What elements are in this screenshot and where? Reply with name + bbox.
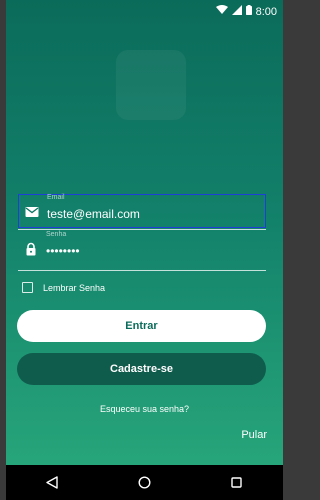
password-label: Senha (46, 231, 67, 238)
mail-icon (25, 205, 39, 219)
login-screen: 8:00 Email teste@email.com Senha •••••••… (6, 0, 283, 465)
wifi-icon (215, 5, 228, 18)
status-bar: 8:00 (6, 0, 283, 28)
device-frame: 8:00 Email teste@email.com Senha •••••••… (6, 0, 283, 500)
password-underline (18, 270, 266, 271)
email-field[interactable]: Email teste@email.com (18, 194, 266, 228)
email-underline (18, 229, 266, 230)
email-label: Email (47, 194, 65, 201)
app-logo (116, 50, 186, 120)
back-icon[interactable] (42, 473, 62, 493)
email-value: teste@email.com (47, 207, 140, 221)
remember-password-toggle[interactable]: Lembrar Senha (22, 282, 105, 293)
signal-icon (231, 5, 242, 18)
battery-icon (245, 5, 252, 18)
password-field[interactable]: Senha •••••••• (18, 231, 266, 266)
home-icon[interactable] (134, 473, 154, 493)
forgot-password-link[interactable]: Esqueceu sua senha? (6, 404, 283, 414)
status-icons: 8:00 (215, 5, 277, 18)
navigation-bar (6, 465, 283, 500)
lock-icon (24, 242, 38, 256)
password-value: •••••••• (46, 244, 80, 258)
recents-icon[interactable] (227, 473, 247, 493)
register-button[interactable]: Cadastre-se (17, 353, 266, 385)
remember-checkbox[interactable] (22, 282, 33, 293)
remember-label: Lembrar Senha (43, 282, 106, 293)
status-time: 8:00 (255, 5, 277, 18)
login-button[interactable]: Entrar (17, 310, 266, 342)
skip-link[interactable]: Pular (241, 429, 267, 441)
